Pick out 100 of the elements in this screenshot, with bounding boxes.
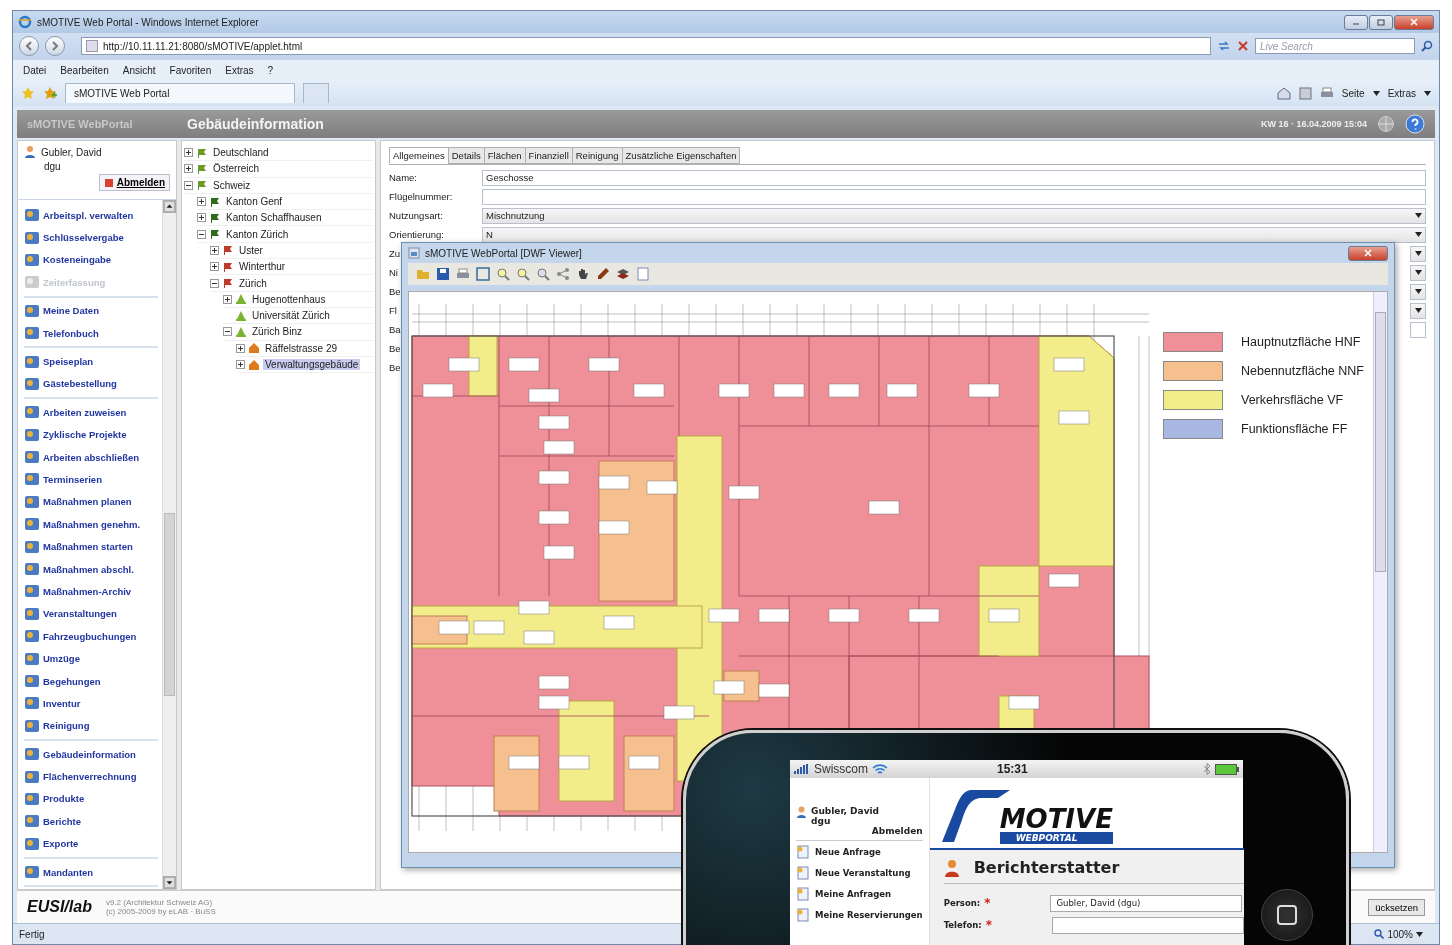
tab[interactable]: Details bbox=[447, 147, 485, 164]
sidebar-item[interactable]: Begehungen bbox=[24, 669, 158, 693]
tree-item[interactable]: Uster bbox=[237, 244, 265, 256]
stop-icon[interactable] bbox=[1237, 40, 1249, 52]
dropdown[interactable]: N bbox=[482, 226, 1426, 243]
sidebar-item[interactable]: Schlüsselvergabe bbox=[24, 226, 158, 249]
input-field[interactable] bbox=[1052, 916, 1245, 934]
scrollbar[interactable] bbox=[1373, 292, 1387, 852]
tree-item[interactable]: Zürich Binz bbox=[250, 326, 304, 338]
sidebar-item[interactable]: Umzüge bbox=[24, 647, 158, 670]
star-icon[interactable] bbox=[21, 86, 35, 100]
forward-button[interactable] bbox=[45, 36, 65, 56]
caret-icon[interactable] bbox=[1372, 90, 1380, 96]
save-icon[interactable] bbox=[436, 267, 450, 281]
expand-toggle[interactable] bbox=[197, 213, 206, 223]
tree-item[interactable]: Österreich bbox=[211, 163, 262, 175]
menu-item[interactable]: Bearbeiten bbox=[60, 64, 109, 76]
sidebar-item[interactable]: Zyklische Projekte bbox=[24, 423, 158, 446]
sidebar-item[interactable]: Meine Daten bbox=[24, 299, 158, 322]
dropdown[interactable]: Mischnutzung bbox=[482, 207, 1426, 224]
menu-item[interactable]: Neue Anfrage bbox=[796, 841, 923, 862]
sidebar-item[interactable]: Speiseplan bbox=[24, 350, 158, 373]
sidebar-item[interactable]: Telefonbuch bbox=[24, 321, 158, 345]
sidebar-item[interactable]: Arbeitspl. verwalten bbox=[24, 204, 158, 227]
logout-button[interactable]: Abmelden bbox=[98, 174, 170, 191]
zoom-out-icon[interactable] bbox=[516, 267, 530, 281]
refresh-icon[interactable] bbox=[1217, 40, 1231, 52]
tree-item[interactable]: Winterthur bbox=[237, 261, 288, 273]
tree-item[interactable]: Hugenottenhaus bbox=[250, 293, 328, 305]
collapse-toggle[interactable] bbox=[210, 278, 219, 288]
tree-item[interactable]: Verwaltungsgebäude bbox=[263, 359, 361, 370]
search-icon[interactable] bbox=[1421, 40, 1433, 52]
sidebar-item[interactable]: Produkte bbox=[24, 787, 158, 811]
sidebar-item[interactable]: Reinigung bbox=[24, 714, 158, 737]
scrollbar[interactable] bbox=[162, 200, 176, 889]
expand-toggle[interactable] bbox=[184, 164, 193, 174]
input-field[interactable] bbox=[482, 188, 1426, 205]
tab[interactable]: Reinigung bbox=[571, 147, 623, 164]
tree-item[interactable]: Deutschland bbox=[211, 147, 271, 159]
dropdown-button[interactable] bbox=[1410, 245, 1426, 262]
home-button[interactable] bbox=[1261, 889, 1313, 941]
sidebar-item[interactable]: Maßnahmen genehm. bbox=[24, 513, 158, 536]
expand-toggle[interactable] bbox=[197, 197, 206, 207]
sidebar-item[interactable]: Exporte bbox=[24, 832, 158, 855]
sidebar-item[interactable]: Mandanten bbox=[24, 860, 158, 884]
caret-icon[interactable] bbox=[1416, 931, 1423, 937]
zoom-extent-icon[interactable] bbox=[476, 267, 490, 281]
toolbar-menu[interactable]: Extras bbox=[1387, 87, 1416, 99]
sidebar-item[interactable]: Kosteneingabe bbox=[24, 248, 158, 272]
expand-toggle[interactable] bbox=[223, 294, 232, 304]
search-field[interactable]: Live Search bbox=[1255, 38, 1415, 54]
menu-item[interactable]: Neue Veranstaltung bbox=[796, 862, 923, 883]
address-field[interactable]: http://10.11.11.21:8080/sMOTIVE/applet.html bbox=[81, 37, 1211, 55]
collapse-toggle[interactable] bbox=[184, 180, 193, 190]
close-button[interactable] bbox=[1394, 14, 1434, 30]
sidebar-item[interactable]: Maßnahmen abschl. bbox=[24, 557, 158, 581]
menu-item[interactable]: Favoriten bbox=[169, 64, 212, 76]
menu-item[interactable]: Datei bbox=[23, 64, 47, 76]
toolbar-menu[interactable]: Seite bbox=[1341, 87, 1365, 99]
tree-item[interactable]: Kanton Genf bbox=[224, 196, 285, 208]
print-icon[interactable] bbox=[456, 267, 470, 281]
pen-icon[interactable] bbox=[596, 267, 610, 281]
print-icon[interactable] bbox=[1319, 86, 1334, 100]
globe-icon[interactable] bbox=[1377, 115, 1395, 133]
home-icon[interactable] bbox=[1276, 86, 1291, 100]
sidebar-item[interactable]: Inventur bbox=[24, 692, 158, 715]
tree-item[interactable]: Universität Zürich bbox=[250, 310, 332, 322]
sidebar-item[interactable]: Gästebestellung bbox=[24, 372, 158, 396]
dropdown-button[interactable] bbox=[1410, 283, 1426, 300]
tree-item[interactable]: Räffelstrasse 29 bbox=[263, 342, 340, 354]
logout-link[interactable]: Abmelden bbox=[796, 826, 923, 841]
menu-item[interactable]: Ansicht bbox=[122, 64, 156, 76]
collapse-toggle[interactable] bbox=[223, 327, 232, 337]
caret-icon[interactable] bbox=[1424, 90, 1431, 96]
sidebar-item[interactable]: Fahrzeugbuchungen bbox=[24, 625, 158, 648]
tree-item[interactable]: Kanton Zürich bbox=[224, 228, 291, 240]
scroll-up-icon[interactable] bbox=[163, 200, 176, 213]
tab[interactable]: Finanziell bbox=[524, 147, 573, 164]
scroll-down-icon[interactable] bbox=[163, 876, 176, 889]
tree-item[interactable]: Zürich bbox=[237, 277, 269, 289]
tree-item[interactable]: Schweiz bbox=[211, 179, 253, 191]
back-button[interactable] bbox=[19, 36, 39, 56]
sidebar-item[interactable]: Gebäudeinformation bbox=[24, 743, 158, 766]
sidebar-item[interactable]: Flächenverrechnung bbox=[24, 765, 158, 788]
sidebar-item[interactable]: Berichte bbox=[24, 810, 158, 833]
zoom-level[interactable]: 100% bbox=[1387, 928, 1413, 940]
menu-item[interactable]: Meine Reservierungen bbox=[796, 904, 923, 925]
close-button[interactable] bbox=[1348, 245, 1388, 261]
sidebar-item[interactable]: Arbeiten zuweisen bbox=[24, 401, 158, 424]
scroll-thumb[interactable] bbox=[164, 513, 175, 696]
collapse-toggle[interactable] bbox=[197, 229, 206, 239]
minimize-button[interactable] bbox=[1344, 14, 1368, 30]
expand-toggle[interactable] bbox=[236, 360, 245, 369]
expand-toggle[interactable] bbox=[184, 148, 193, 158]
sidebar-item[interactable]: Terminserien bbox=[24, 468, 158, 491]
dropdown-button[interactable] bbox=[1410, 302, 1426, 319]
help-icon[interactable] bbox=[1405, 114, 1425, 134]
sidebar-item[interactable]: Veranstaltungen bbox=[24, 602, 158, 626]
menu-item[interactable]: Meine Anfragen bbox=[796, 883, 923, 904]
expand-toggle[interactable] bbox=[210, 245, 219, 255]
